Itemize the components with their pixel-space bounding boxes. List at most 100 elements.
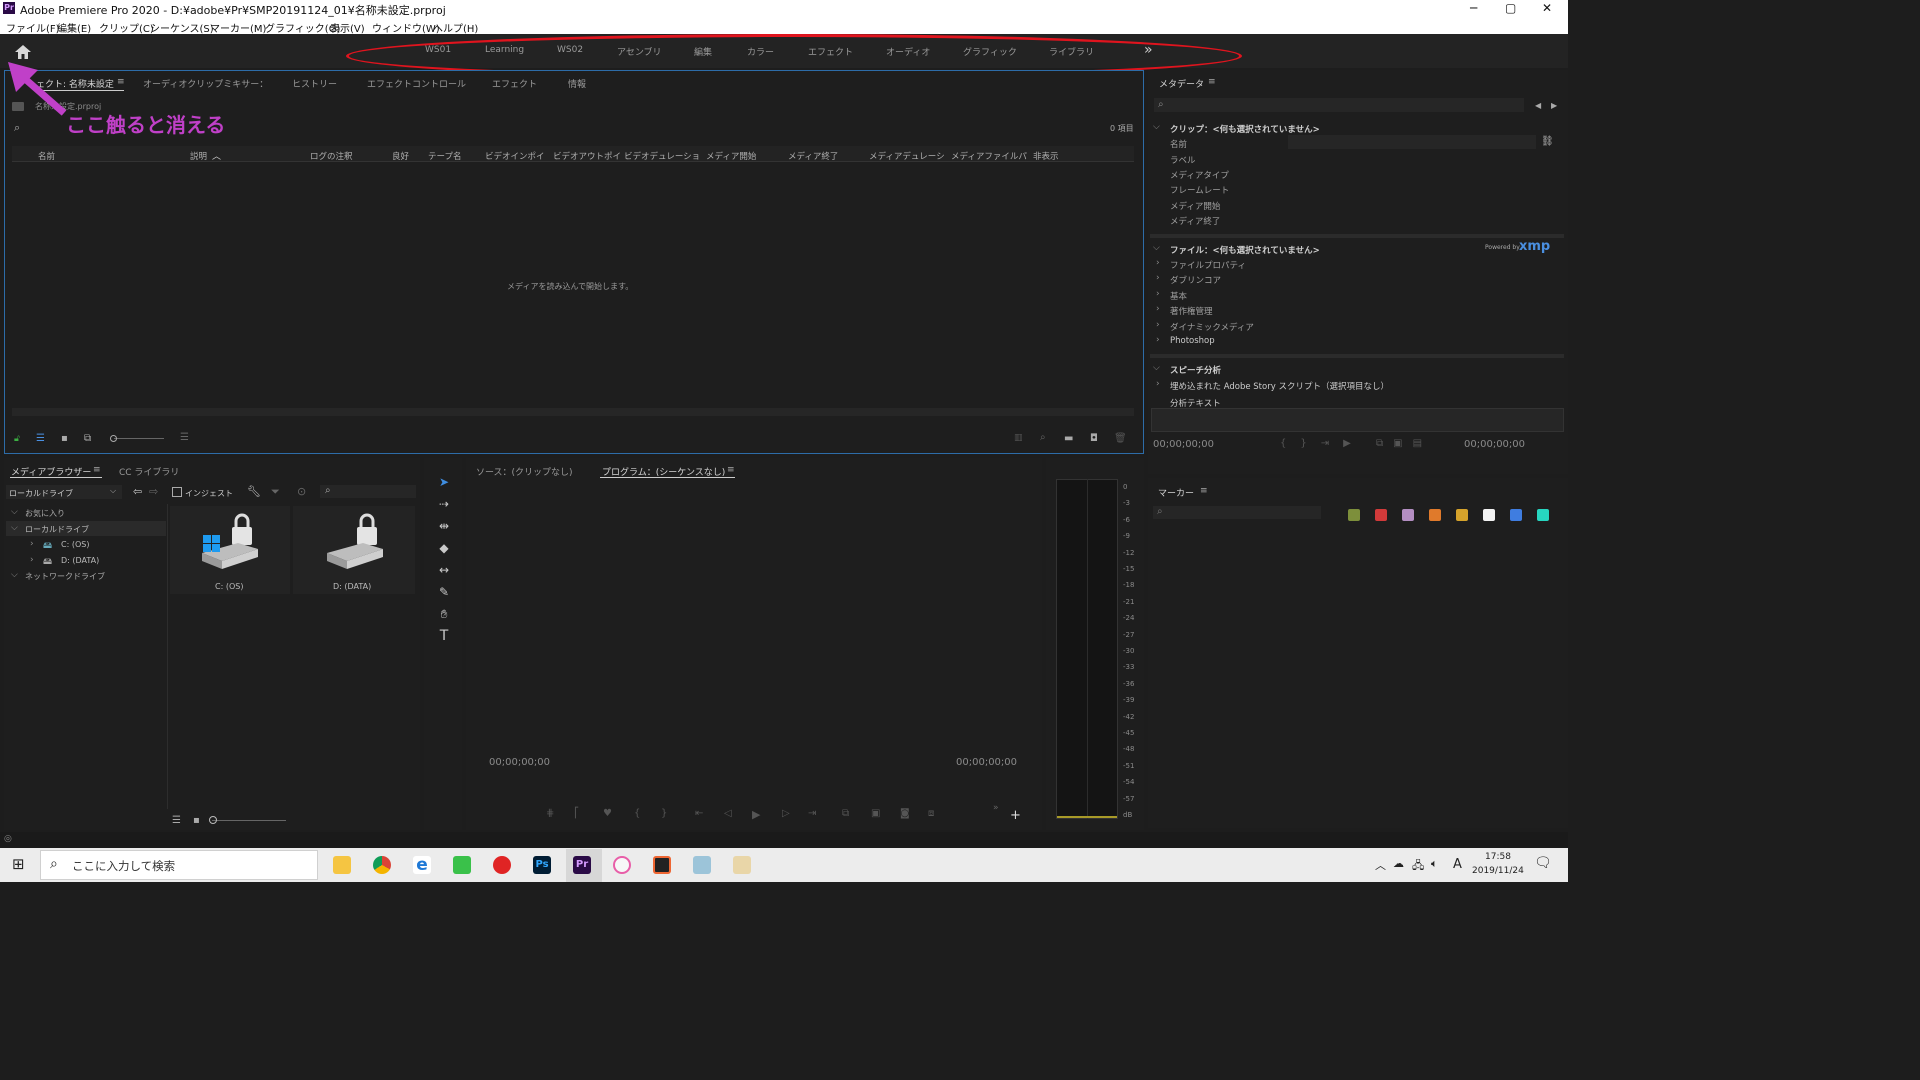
sort-icon[interactable]: ☰ [180,432,189,443]
menu-window[interactable]: ウィンドウ(W) [372,20,440,35]
expand-icon[interactable]: › [1156,258,1160,268]
workspace-graphics[interactable]: グラフィック [963,45,1017,58]
premiere-taskbar-icon[interactable]: Pr [573,856,591,874]
menu-sequence[interactable]: シーケンス(S) [150,20,214,35]
marker-color-yellow[interactable] [1456,509,1468,521]
metadata-extra-icons[interactable]: ⧉▣▤ [1376,438,1432,449]
sort-ascending-icon[interactable]: ︿ [212,149,221,162]
mark-in-icon[interactable]: ⎡ [574,808,579,819]
program-timecode-current[interactable]: 00;00;00;00 [489,757,550,768]
more-workspaces-icon[interactable]: » [1144,42,1153,58]
horizontal-scrollbar[interactable] [12,408,1134,416]
line-icon[interactable] [453,856,471,874]
thumbnail-size-handle[interactable] [209,816,217,824]
tree-drive-d[interactable]: D: (DATA) [61,556,99,565]
go-to-in-icon[interactable]: ⇤ [695,808,703,819]
mark-in-brace-icon[interactable]: { [634,808,640,819]
expand-icon[interactable]: › [1156,379,1160,389]
marker-color-violet[interactable] [1402,509,1414,521]
workspace-color[interactable]: カラー [747,45,774,58]
mark-out-brace-icon[interactable]: } [661,808,667,819]
expand-icon[interactable]: › [1156,273,1160,283]
column-description[interactable]: 説明 [190,150,207,162]
minimize-button[interactable]: ─ [1470,1,1477,15]
chrome-icon[interactable] [373,856,391,874]
link-icon[interactable]: ⛓︎ [1541,136,1554,147]
metadata-transport-icons[interactable]: {}⇥▶ [1280,438,1365,449]
media-search-input[interactable] [320,485,416,498]
tree-toggle-icon[interactable]: ⌵ [11,507,18,517]
network-icon[interactable]: 🖧︎ [1412,857,1424,876]
section-divider[interactable] [1150,354,1564,358]
tree-toggle-icon[interactable]: ⌵ [11,523,18,533]
freeform-view-icon[interactable]: ⧉ [84,433,91,444]
step-forward-icon[interactable]: ▷ [782,808,790,819]
speech-section-toggle-icon[interactable]: ⌵ [1153,363,1160,373]
marker-color-orange[interactable] [1429,509,1441,521]
slip-tool-icon[interactable]: ↔ [436,562,452,578]
tab-cc-libraries[interactable]: CC ライブラリ [119,465,179,478]
overwrite-icon[interactable]: ▣ [871,808,880,819]
metadata-title[interactable]: メタデータ [1159,77,1204,90]
list-view-icon[interactable]: ☰ [172,815,181,826]
track-select-tool-icon[interactable]: ⇢ [436,496,452,512]
trash-icon[interactable]: 🗑︎ [1114,433,1127,444]
add-marker-icon[interactable]: ♥︎ [603,808,612,819]
play-icon[interactable]: ▶ [752,808,760,821]
menu-file[interactable]: ファイル(F) [6,20,60,35]
comparison-view-icon[interactable]: ⧈ [928,808,934,819]
clip-name-field[interactable] [1288,135,1536,149]
metadata-search-input[interactable] [1154,98,1524,112]
menu-clip[interactable]: クリップ(C) [99,20,154,35]
media-browser-menu-icon[interactable]: ≡ [93,465,101,475]
column-media-end[interactable]: メディア終了 [788,150,838,162]
column-video-duration[interactable]: ビデオデュレーショ [624,150,700,162]
list-view-icon[interactable]: ☰ [36,433,45,444]
app-icon[interactable] [693,856,711,874]
program-timecode-duration[interactable]: 00;00;00;00 [956,757,1017,768]
go-to-out-icon[interactable]: ⇥ [808,808,816,819]
menu-view[interactable]: 表示(V) [330,20,365,35]
program-menu-icon[interactable]: ≡ [727,465,735,475]
marker-title[interactable]: マーカー [1158,486,1194,499]
clock-date[interactable]: 2019/11/24 [1472,866,1524,876]
column-log-note[interactable]: ログの注釈 [310,150,353,162]
razor-tool-icon[interactable]: ◆ [436,540,452,556]
back-icon[interactable]: ⇦ [133,485,142,498]
button-editor-icon[interactable]: + [1010,808,1021,823]
column-video-in[interactable]: ビデオインポイ [485,150,545,162]
pen-tool-icon[interactable]: ✎ [436,584,452,600]
tree-local-drives[interactable]: ローカルドライブ [25,524,89,535]
workspace-ws01[interactable]: WS01 [425,45,451,55]
project-menu-icon[interactable]: ≡ [117,77,125,87]
workspace-learning[interactable]: Learning [485,45,524,55]
forward-icon[interactable]: ⇨ [149,485,158,498]
selection-tool-icon[interactable]: ➤ [436,474,452,490]
search-icon[interactable]: ⌕ [14,121,20,135]
expand-icon[interactable]: › [30,539,34,549]
zoom-slider-handle[interactable] [110,435,117,442]
expand-icon[interactable]: › [1156,289,1160,299]
filter-icon[interactable]: ⏷ [271,485,280,499]
view-icon[interactable]: ⊙ [297,485,306,498]
camera-icon[interactable]: ◙ [900,808,910,819]
file-group-dynamic-media[interactable]: ダイナミックメディア [1170,321,1254,333]
tree-favorites[interactable]: お気に入り [25,508,65,519]
tab-info[interactable]: 情報 [568,77,586,90]
maximize-button[interactable]: ▢ [1505,1,1516,15]
marker-color-green[interactable] [1348,509,1360,521]
workspace-editing[interactable]: 編集 [694,45,712,58]
marker-search-input[interactable] [1153,506,1321,519]
tray-chevron-icon[interactable]: ︿ [1375,857,1386,873]
analysis-text-field[interactable] [1151,408,1564,432]
tree-drive-c[interactable]: C: (OS) [61,540,89,549]
column-media-start[interactable]: メディア開始 [706,150,756,162]
menu-help[interactable]: ヘルプ(H) [433,20,478,35]
workspace-libraries[interactable]: ライブラリ [1049,45,1094,58]
column-media-duration[interactable]: メディアデュレーシ [869,150,945,162]
expand-icon[interactable]: › [30,555,34,565]
zoom-slider[interactable] [114,438,164,439]
clock-time[interactable]: 17:58 [1485,852,1511,862]
tab-history[interactable]: ヒストリー [292,77,337,90]
thumbnail-size-slider[interactable] [212,820,286,821]
